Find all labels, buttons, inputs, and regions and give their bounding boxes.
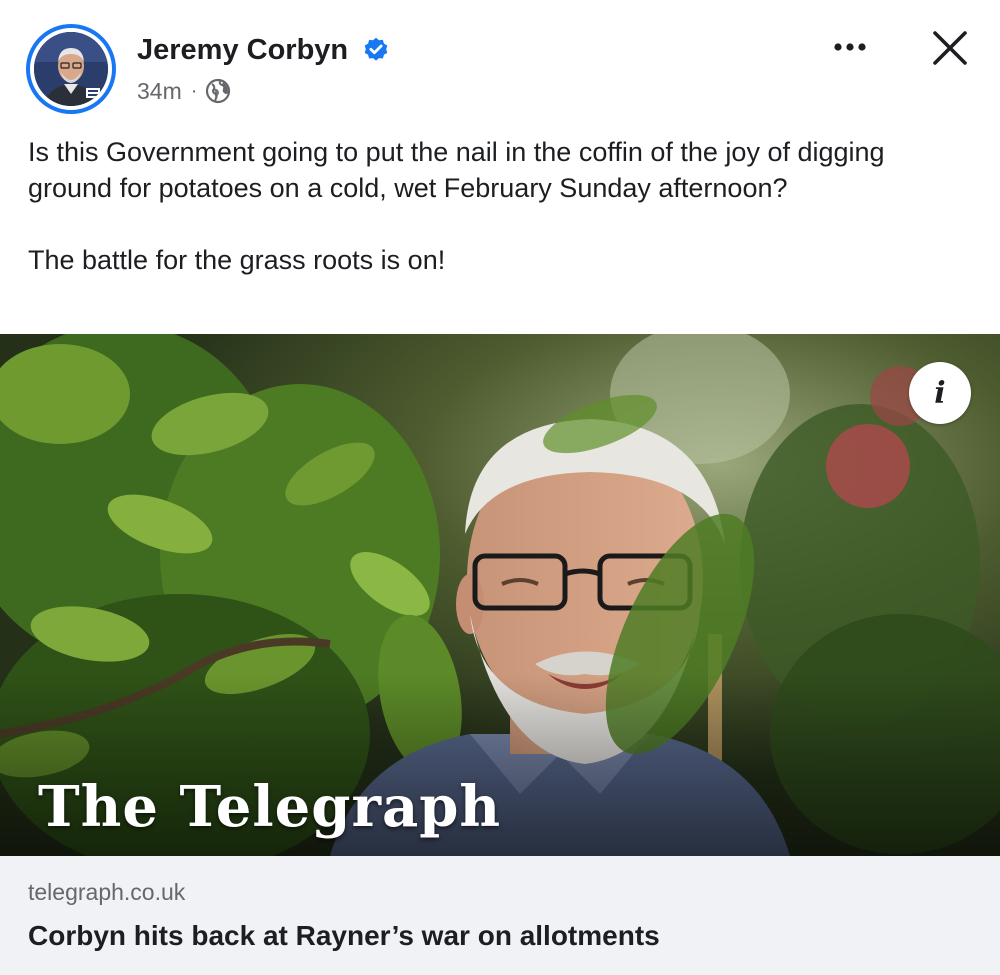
close-icon [933,31,967,65]
globe-icon[interactable] [205,78,231,104]
more-options-button[interactable] [825,30,875,64]
post-timestamp[interactable]: 34m [137,78,182,105]
author-name[interactable]: Jeremy Corbyn [137,31,348,69]
link-preview-footer[interactable]: telegraph.co.uk Corbyn hits back at Rayn… [0,856,1000,975]
link-domain: telegraph.co.uk [28,879,186,905]
avatar[interactable] [34,32,108,106]
verified-badge-icon [364,37,388,61]
info-button[interactable]: i [909,362,971,424]
link-title[interactable]: Corbyn hits back at Rayner’s war on allo… [28,918,660,954]
post-header: Jeremy Corbyn 34m · [0,0,1000,130]
post-paragraph: Is this Government going to put the nail… [28,137,885,203]
meta-separator: · [190,79,198,102]
info-icon: i [934,375,946,411]
avatar-image [34,32,108,106]
post-meta: 34m · [137,76,231,106]
story-ring[interactable] [26,24,116,114]
publisher-logo: The Telegraph [38,774,502,840]
link-preview-image[interactable]: The Telegraph i [0,334,1000,856]
post-message: Is this Government going to put the nail… [28,134,968,278]
post-paragraph: The battle for the grass roots is on! [28,245,446,275]
more-options-icon [834,43,866,51]
close-button[interactable] [924,22,976,74]
